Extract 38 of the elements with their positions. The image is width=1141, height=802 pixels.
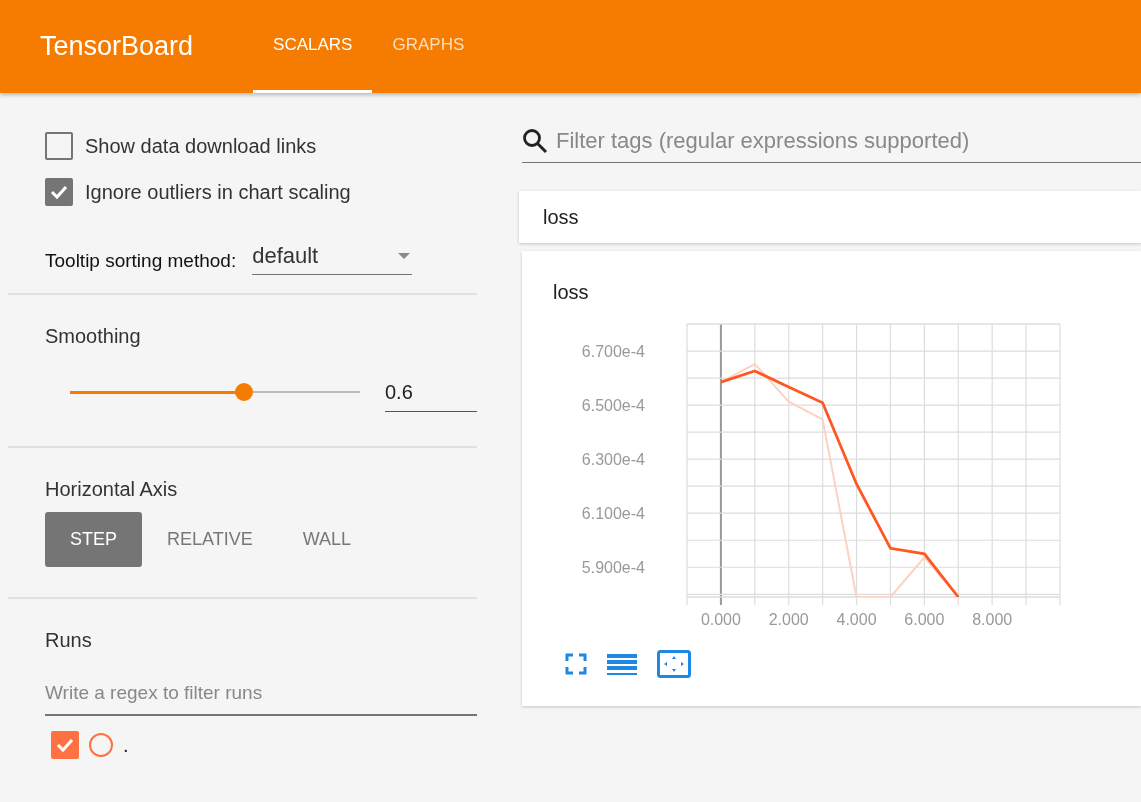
section-title: Horizontal Axis [45, 477, 179, 502]
x-tick-label: 0.000 [700, 611, 741, 628]
y-tick-label: 6.300e-4 [581, 451, 645, 469]
fullscreen-icon[interactable] [565, 653, 587, 675]
sort-dropdown[interactable]: default [252, 239, 413, 275]
y-tick-label: 6.700e-4 [581, 343, 645, 361]
x-tick-label: 2.000 [768, 611, 809, 628]
checkbox-label: Show data download links [85, 134, 317, 159]
chart-title: loss [553, 280, 590, 305]
checkbox[interactable] [45, 132, 73, 160]
section-title: Smoothing [45, 324, 142, 349]
x-tick-label: 4.000 [836, 611, 877, 628]
smoothing-value-field[interactable]: 0.6 [385, 371, 477, 412]
x-tick-label: 8.000 [972, 611, 1013, 628]
y-tick-label: 6.500e-4 [581, 397, 645, 415]
app-title: TensorBoard [40, 30, 194, 64]
y-tick-label: 5.900e-4 [581, 559, 645, 577]
axis-option[interactable]: RELATIVE [142, 512, 278, 567]
run-name: . [123, 732, 129, 758]
caret-icon [396, 250, 413, 261]
tag-filter-field[interactable]: Filter tags (regular expressions supported) [522, 123, 1141, 163]
field-label: Tooltip sorting method: [45, 248, 237, 273]
axis-option[interactable]: STEP [45, 512, 142, 567]
checkbox[interactable] [45, 178, 73, 206]
checkbox-label: Ignore outliers in chart scaling [85, 180, 351, 205]
axis-option[interactable]: WALL [277, 512, 377, 567]
nav-tab[interactable]: SCALARS [253, 0, 373, 93]
category-header[interactable]: loss [519, 191, 1141, 243]
run-filter-field[interactable]: Write a regex to filter runs [45, 675, 477, 716]
checkbox[interactable] [51, 730, 79, 759]
section-title: Runs [45, 628, 93, 653]
slider-thumb[interactable] [235, 382, 253, 401]
y-tick-label: 6.100e-4 [581, 505, 645, 523]
lines-icon[interactable] [607, 652, 637, 676]
x-tick-label: 6.000 [904, 611, 945, 628]
search-icon [522, 127, 548, 154]
category-title: loss [543, 205, 579, 230]
fit-domain-icon[interactable] [657, 650, 691, 678]
